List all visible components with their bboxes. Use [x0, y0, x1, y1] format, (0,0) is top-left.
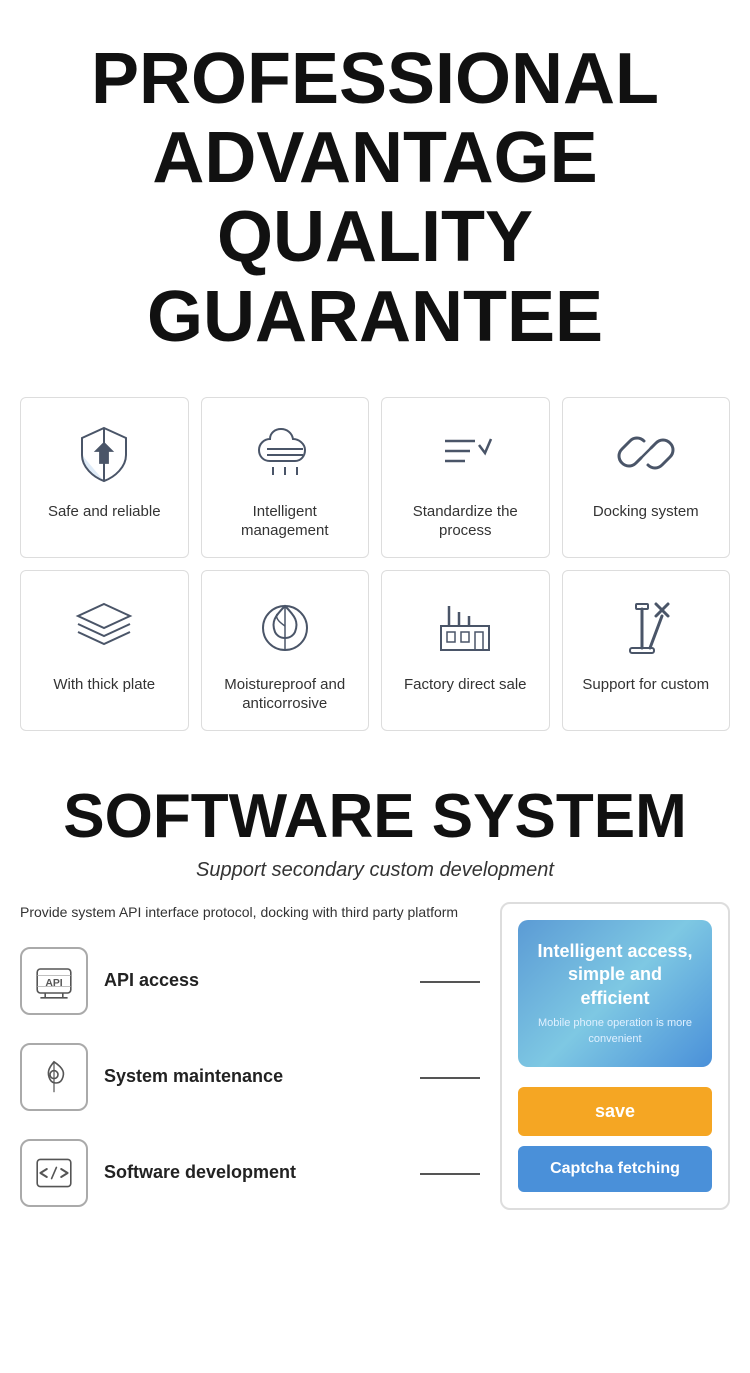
feature-support-custom: Support for custom [562, 570, 731, 731]
software-item-api: API API access [20, 947, 480, 1015]
software-item-development: Software development [20, 1139, 480, 1207]
software-right-panel: Intelligent access, simple and efficient… [500, 902, 730, 1210]
layers-icon [69, 591, 139, 661]
phone-panel-wrapper: Intelligent access, simple and efficient… [500, 902, 730, 1210]
api-icon: API [20, 947, 88, 1015]
phone-panel-subtitle: Mobile phone operation is more convenien… [534, 1016, 696, 1047]
feature-moistureproof: Moistureproof and anticorrosive [201, 570, 370, 731]
software-development-label: Software development [104, 1161, 296, 1184]
features-row-2: With thick plate Moistureproof and antic… [20, 570, 730, 731]
save-button[interactable]: save [518, 1087, 712, 1136]
feature-support-custom-label: Support for custom [582, 675, 709, 695]
tools-icon [611, 591, 681, 661]
feature-standardize-process: Standardize the process [381, 397, 550, 558]
software-item-maintenance: System maintenance [20, 1043, 480, 1111]
leaf-drop-icon [250, 591, 320, 661]
feature-thick-plate: With thick plate [20, 570, 189, 731]
phone-panel: Intelligent access, simple and efficient… [518, 920, 712, 1067]
software-title: SOFTWARE SYSTEM [20, 783, 730, 851]
system-maintenance-label: System maintenance [104, 1065, 283, 1088]
software-subtitle: Support secondary custom development [20, 859, 730, 882]
factory-icon [430, 591, 500, 661]
feature-safe-reliable: Safe and reliable [20, 397, 189, 558]
feature-factory-direct: Factory direct sale [381, 570, 550, 731]
feature-docking-system-label: Docking system [593, 502, 699, 522]
checklist-icon [430, 418, 500, 488]
feature-moistureproof-label: Moistureproof and anticorrosive [212, 675, 359, 714]
wrench-drop-icon [20, 1043, 88, 1111]
main-title: PROFESSIONAL ADVANTAGE QUALITY GUARANTEE [20, 40, 730, 357]
feature-factory-direct-label: Factory direct sale [404, 675, 527, 695]
header-section: PROFESSIONAL ADVANTAGE QUALITY GUARANTEE [0, 0, 750, 387]
features-row-1: Safe and reliable Intelligent management [20, 397, 730, 558]
feature-docking-system: Docking system [562, 397, 731, 558]
feature-thick-plate-label: With thick plate [53, 675, 155, 695]
cloud-settings-icon [250, 418, 320, 488]
phone-panel-title: Intelligent access, simple and efficient [534, 940, 696, 1010]
connector-line-1 [420, 981, 480, 983]
svg-text:API: API [45, 978, 62, 989]
shield-icon [69, 418, 139, 488]
feature-safe-reliable-label: Safe and reliable [48, 502, 161, 522]
feature-intelligent-management: Intelligent management [201, 397, 370, 558]
code-icon [20, 1139, 88, 1207]
link-icon [611, 418, 681, 488]
feature-intelligent-management-label: Intelligent management [212, 502, 359, 541]
software-content: Provide system API interface protocol, d… [20, 902, 730, 1235]
connector-line-2 [420, 1077, 480, 1079]
captcha-button[interactable]: Captcha fetching [518, 1146, 712, 1192]
connector-line-3 [420, 1173, 480, 1175]
feature-standardize-process-label: Standardize the process [392, 502, 539, 541]
software-description: Provide system API interface protocol, d… [20, 902, 480, 923]
software-section: SOFTWARE SYSTEM Support secondary custom… [0, 763, 750, 1265]
software-left-panel: Provide system API interface protocol, d… [20, 902, 480, 1235]
features-section: Safe and reliable Intelligent management [0, 387, 750, 763]
api-access-label: API access [104, 969, 199, 992]
